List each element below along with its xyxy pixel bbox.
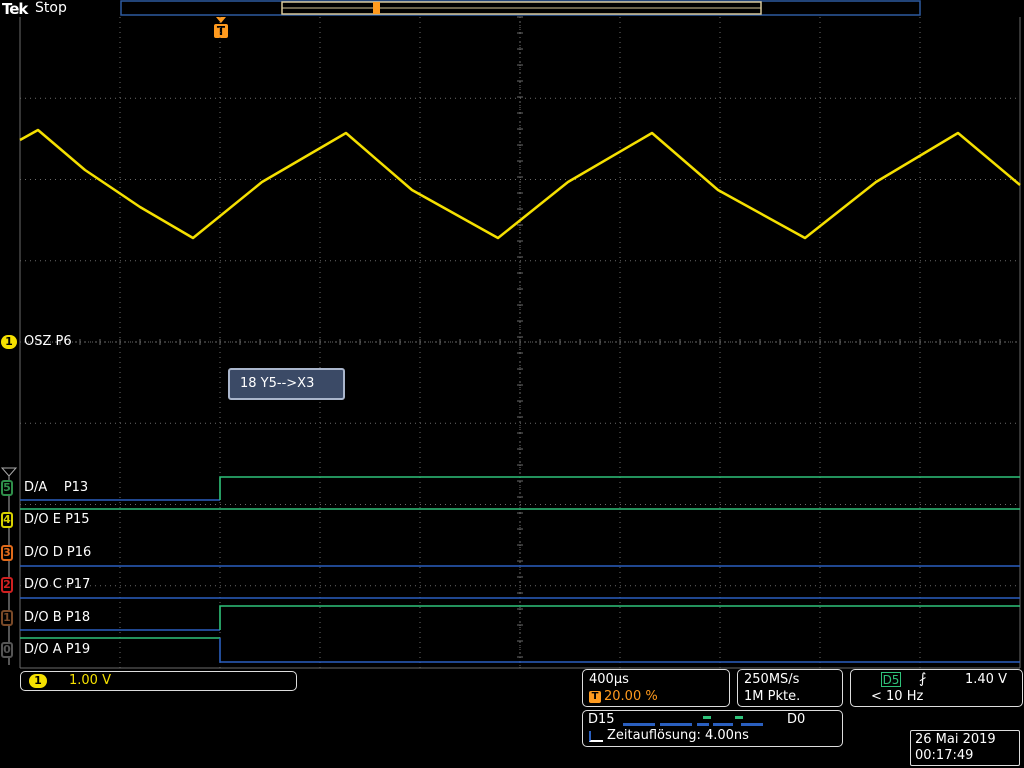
- digital-channel-number[interactable]: 5: [1, 480, 13, 496]
- timebase-readout[interactable]: 400µs T 20.00 %: [582, 669, 730, 707]
- digital-activity-bar: [623, 716, 768, 727]
- overview-trigger-marker: [373, 2, 380, 14]
- digital-channel-label: D/O C P17: [24, 577, 91, 592]
- digital-readout[interactable]: D15 D0 Zeitauflösung: 4.00ns: [582, 710, 843, 747]
- annotation-box[interactable]: 18 Y5-->X3: [228, 368, 345, 400]
- analog-waveform-ch1: [19, 128, 1021, 240]
- oscilloscope-screen: T: [0, 0, 1021, 669]
- digital-channel-number[interactable]: 4: [1, 512, 13, 528]
- timing-resolution-value: Zeitauflösung: 4.00ns: [607, 728, 749, 743]
- acquisition-readout[interactable]: 250MS/s 1M Pkte.: [737, 669, 843, 707]
- digital-range-high: D15: [588, 712, 615, 727]
- digital-channel-number[interactable]: 2: [1, 577, 13, 593]
- trigger-readout[interactable]: D5 ⨏ 1.40 V < 10 Hz: [850, 669, 1023, 707]
- ch1-scale-readout[interactable]: 1 1.00 V: [20, 671, 297, 691]
- digital-channel-label: D/O A P19: [24, 642, 91, 657]
- record-length-value: 1M Pkte.: [744, 689, 801, 704]
- rising-edge-icon: ⨏: [919, 671, 927, 687]
- digital-channel-number[interactable]: 3: [1, 545, 13, 561]
- digital-channel-number[interactable]: 0: [1, 642, 13, 658]
- graticule: [19, 16, 1021, 669]
- timebase-value: 400µs: [589, 672, 629, 687]
- trigger-frequency-value: < 10 Hz: [871, 689, 924, 704]
- digital-channel-label: D/A P13: [24, 480, 89, 495]
- digital-group-bracket: [0, 467, 18, 665]
- digital-channel-label: D/O E P15: [24, 512, 90, 527]
- channel-1-label: OSZ P6: [24, 334, 72, 349]
- ch1-scale-badge: 1: [29, 674, 47, 688]
- timing-icon: [589, 731, 603, 742]
- digital-range-low: D0: [787, 712, 806, 727]
- trigger-source-badge: D5: [881, 672, 901, 687]
- acquisition-status[interactable]: Stop: [35, 0, 67, 16]
- sample-rate-value: 250MS/s: [744, 672, 800, 687]
- trigger-icon: T: [589, 691, 601, 703]
- date-value: 26 Mai 2019: [915, 732, 996, 747]
- digital-channel-number[interactable]: 1: [1, 610, 13, 626]
- time-value: 00:17:49: [915, 748, 974, 763]
- digital-channel-label: D/O D P16: [24, 545, 92, 560]
- brand-logo: Tek: [2, 0, 28, 18]
- trigger-position-marker[interactable]: [216, 17, 226, 23]
- channel-1-badge[interactable]: 1: [1, 335, 17, 349]
- ch1-scale-value: 1.00 V: [69, 673, 111, 688]
- trigger-position-value: 20.00 %: [604, 689, 658, 704]
- digital-channel-label: D/O B P18: [24, 610, 91, 625]
- trigger-level-value: 1.40 V: [965, 672, 1007, 687]
- date-time-readout: 26 Mai 2019 00:17:49: [910, 730, 1020, 766]
- trigger-marker-label: T: [217, 24, 226, 38]
